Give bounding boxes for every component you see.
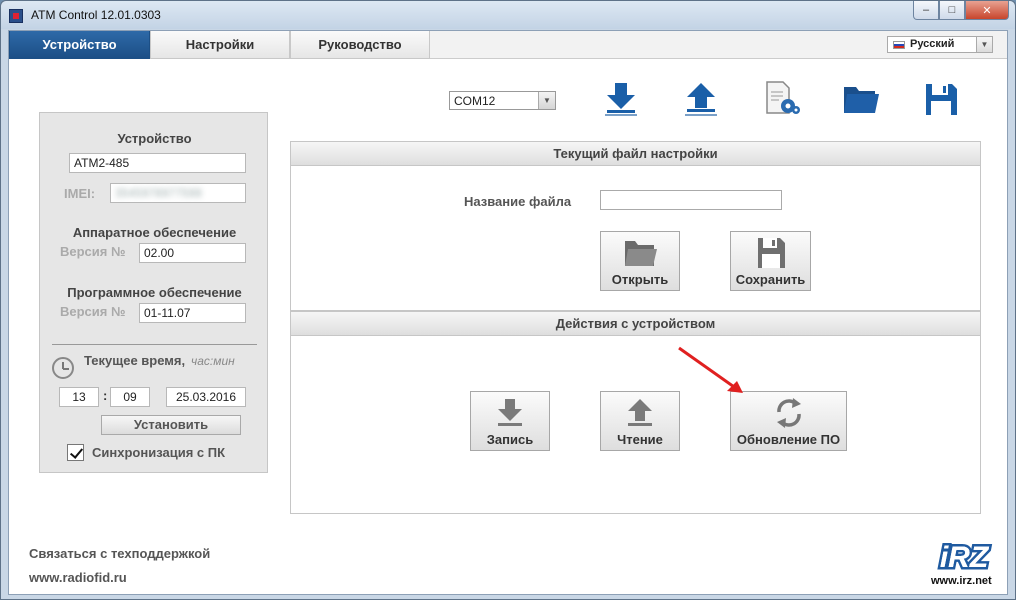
file-settings-icon[interactable] <box>761 79 801 119</box>
date-field[interactable]: 25.03.2016 <box>166 387 246 407</box>
sync-checkbox[interactable] <box>67 444 84 461</box>
read-button[interactable]: Чтение <box>600 391 680 451</box>
filename-input[interactable] <box>600 190 782 210</box>
device-model-field[interactable]: ATM2-485 <box>69 153 246 173</box>
time-separator: : <box>103 388 108 403</box>
irz-website[interactable]: www.irz.net <box>931 575 992 587</box>
folder-icon <box>625 241 657 266</box>
minutes-field[interactable]: 09 <box>110 387 150 407</box>
save-icon[interactable] <box>921 79 961 119</box>
divider <box>52 344 257 345</box>
tab-bar: Устройство Настройки Руководство Русский… <box>9 31 1007 59</box>
refresh-icon <box>776 398 801 428</box>
svg-text:iRZ: iRZ <box>940 541 990 574</box>
app-icon <box>9 9 23 23</box>
save-config-button[interactable]: Сохранить <box>730 231 811 291</box>
device-actions-panel: Действия с устройством Запись Чтение Обн… <box>290 311 981 514</box>
tab-settings[interactable]: Настройки <box>150 31 290 59</box>
maximize-button[interactable]: □ <box>939 1 965 20</box>
download-icon[interactable] <box>601 79 641 119</box>
close-button[interactable]: ✕ <box>965 1 1009 20</box>
download-icon <box>498 399 522 426</box>
actions-panel-title: Действия с устройством <box>291 312 980 336</box>
folder-icon[interactable] <box>841 79 881 119</box>
window-title: ATM Control 12.01.0303 <box>31 8 161 22</box>
tab-device[interactable]: Устройство <box>9 31 150 59</box>
update-button-label: Обновление ПО <box>736 432 841 447</box>
app-window: ATM Control 12.01.0303 ‒ □ ✕ Устройство … <box>0 0 1016 600</box>
hours-field[interactable]: 13 <box>59 387 99 407</box>
imei-label: IMEI: <box>64 186 96 201</box>
software-version-field[interactable]: 01-11.07 <box>139 303 246 323</box>
annotation-arrow-icon <box>678 346 743 393</box>
imei-field[interactable]: 3545978977598 <box>110 183 246 203</box>
filename-label: Название файла <box>464 194 572 209</box>
write-button[interactable]: Запись <box>470 391 550 451</box>
software-version-label: Версия № <box>60 304 126 319</box>
config-panel-title: Текущий файл настройки <box>291 142 980 166</box>
open-button[interactable]: Открыть <box>600 231 680 291</box>
upload-icon[interactable] <box>681 79 721 119</box>
upload-icon <box>628 399 652 426</box>
irz-logo: iRZ iRZ <box>931 539 997 575</box>
minimize-button[interactable]: ‒ <box>913 1 939 20</box>
window-controls: ‒ □ ✕ <box>913 1 1009 21</box>
open-button-label: Открыть <box>611 272 669 287</box>
com-port-select[interactable]: COM12 ▼ <box>449 91 556 110</box>
time-format-hint: час:мин <box>191 354 235 368</box>
read-button-label: Чтение <box>617 432 663 447</box>
com-port-value: COM12 <box>454 94 496 108</box>
clock-icon <box>52 357 74 379</box>
sync-label: Синхронизация с ПК <box>92 445 226 460</box>
dropdown-arrow-icon[interactable]: ▼ <box>976 37 992 52</box>
language-select[interactable]: Русский ▼ <box>887 36 993 53</box>
write-button-label: Запись <box>486 432 534 447</box>
config-file-panel: Текущий файл настройки Название файла От… <box>290 141 981 311</box>
russia-flag-icon <box>893 41 905 49</box>
hardware-version-field[interactable]: 02.00 <box>139 243 246 263</box>
hardware-section-title: Аппаратное обеспечение <box>72 225 237 240</box>
time-label: Текущее время, <box>84 353 186 368</box>
title-bar: ATM Control 12.01.0303 ‒ □ ✕ <box>1 1 1015 29</box>
website-link[interactable]: www.radiofid.ru <box>29 570 127 585</box>
device-info-panel: Устройство ATM2-485 IMEI: 3545978977598 … <box>39 112 268 473</box>
language-label: Русский <box>910 38 955 50</box>
save-button-label: Сохранить <box>735 272 806 287</box>
tab-manual[interactable]: Руководство <box>290 31 430 59</box>
client-area: Устройство Настройки Руководство Русский… <box>8 30 1008 595</box>
set-time-button[interactable]: Установить <box>101 415 241 435</box>
device-section-title: Устройство <box>117 131 192 146</box>
software-section-title: Программное обеспечение <box>67 285 242 300</box>
save-icon <box>757 238 785 268</box>
support-link[interactable]: Связаться с техподдержкой <box>29 546 210 561</box>
dropdown-arrow-icon[interactable]: ▼ <box>538 92 555 109</box>
hardware-version-label: Версия № <box>60 244 126 259</box>
